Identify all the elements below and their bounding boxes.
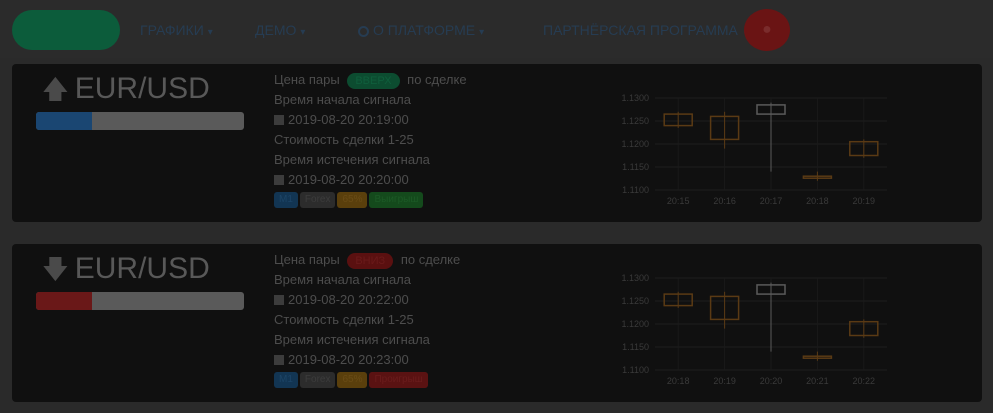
y-tick-label: 1.1100 — [622, 365, 649, 375]
direction-suffix: по сделке — [400, 252, 461, 267]
tag-timeframe: M1 — [274, 192, 298, 208]
top-navbar: ГРАФИКИ ▾ ДЕМО ▾ О ПЛАТФОРМЕ ▾ ПАРТНЁРСКАЯ … — [0, 0, 993, 58]
tag-result: Выигрыш — [369, 192, 424, 208]
nav-partners[interactable]: ПАРТНЁРСКАЯ ПРОГРАММА — [543, 20, 759, 40]
y-tick-label: 1.1100 — [622, 185, 649, 195]
signal-tags: M1 Forex 65% Проигрыш — [274, 372, 574, 390]
nav-demo[interactable]: ДЕМО ▾ — [255, 20, 305, 40]
tag-market: Forex — [299, 372, 336, 388]
close-time: 2019-08-20 20:23:00 — [288, 352, 409, 367]
pair-label: EUR/USD — [74, 252, 210, 285]
y-tick-label: 1.1250 — [621, 116, 649, 126]
arrow-up-icon: 🡅 — [42, 74, 69, 104]
x-tick-label: 20:21 — [806, 376, 829, 386]
y-tick-label: 1.1200 — [621, 139, 649, 149]
open-time-row: 2019-08-20 20:19:00 — [274, 110, 574, 130]
y-tick-label: 1.1200 — [621, 319, 649, 329]
user-icon: ● — [762, 21, 772, 38]
open-time: 2019-08-20 20:19:00 — [288, 112, 409, 127]
chevron-down-icon: ▾ — [300, 27, 306, 38]
pair-title: 🡅 EUR/USD — [42, 72, 210, 106]
x-tick-label: 20:18 — [667, 376, 690, 386]
tag-market: Forex — [299, 192, 336, 208]
x-tick-label: 20:19 — [853, 196, 876, 206]
y-tick-label: 1.1300 — [621, 93, 649, 103]
nav-charts[interactable]: ГРАФИКИ ▾ — [140, 20, 213, 40]
direction-prefix: Цена пары — [274, 252, 340, 267]
y-tick-label: 1.1300 — [621, 273, 649, 283]
open-time-label: Время начала сигнала — [274, 92, 412, 107]
signal-card-0: 🡅 EUR/USD Цена пары ВВЕРХ по сделке Время… — [12, 64, 982, 222]
y-tick-label: 1.1150 — [622, 342, 649, 352]
tag-timeframe: M1 — [274, 372, 298, 388]
y-tick-label: 1.1250 — [621, 296, 649, 306]
x-tick-label: 20:18 — [806, 196, 829, 206]
signal-progress-fill — [36, 112, 93, 130]
chart-svg: 1.1300 1.1250 1.1200 1.1150 1.1100 20:15 20:16… — [621, 93, 887, 206]
signal-progress-fill — [36, 292, 93, 310]
tag-result: Проигрыш — [369, 372, 428, 388]
close-time-row: 2019-08-20 20:20:00 — [274, 170, 574, 190]
calendar-icon — [274, 175, 284, 185]
signal-progress-bar — [36, 112, 244, 130]
x-tick-label: 20:19 — [713, 376, 736, 386]
candlestick-chart: 1.1300 1.1250 1.1200 1.1150 1.1100 20:15 20:16… — [597, 86, 897, 216]
nav-demo-label: ДЕМО — [255, 22, 297, 38]
signal-card-1: 🡇 EUR/USD Цена пары ВНИЗ по сделке Время … — [12, 244, 982, 402]
arrow-down-icon: 🡇 — [42, 254, 69, 284]
nav-partners-label: ПАРТНЁРСКАЯ ПРОГРАММА — [543, 22, 738, 38]
close-time-row: 2019-08-20 20:23:00 — [274, 350, 574, 370]
nav-about[interactable]: О ПЛАТФОРМЕ ▾ — [358, 20, 484, 40]
pair-label: EUR/USD — [74, 72, 210, 105]
nav-about-label: О ПЛАТФОРМЕ — [373, 22, 476, 38]
close-time-label: Время истечения сигнала — [274, 332, 430, 347]
calendar-icon — [274, 355, 284, 365]
signal-info: Цена пары ВНИЗ по сделке Время начала си… — [274, 250, 574, 390]
direction-badge: ВВЕРХ — [347, 73, 400, 89]
direction-row: Цена пары ВНИЗ по сделке — [274, 250, 574, 270]
signal-tags: M1 Forex 65% Выигрыш — [274, 192, 574, 210]
signal-info: Цена пары ВВЕРХ по сделке Время начала с… — [274, 70, 574, 210]
calendar-icon — [274, 295, 284, 305]
candlestick-chart: 1.1300 1.1250 1.1200 1.1150 1.1100 20:18 20:19… — [597, 266, 897, 396]
direction-row: Цена пары ВВЕРХ по сделке — [274, 70, 574, 90]
chart-svg: 1.1300 1.1250 1.1200 1.1150 1.1100 20:18 20:19… — [621, 273, 887, 386]
pair-title: 🡇 EUR/USD — [42, 252, 210, 286]
direction-suffix: по сделке — [407, 72, 467, 87]
chevron-down-icon: ▾ — [479, 27, 485, 38]
open-time-row: 2019-08-20 20:22:00 — [274, 290, 574, 310]
y-tick-label: 1.1150 — [622, 162, 649, 172]
open-time: 2019-08-20 20:22:00 — [288, 292, 409, 307]
expiry-label: Стоимость сделки 1-25 — [274, 132, 414, 147]
x-tick-label: 20:15 — [667, 196, 690, 206]
tag-payout: 65% — [337, 372, 368, 388]
direction-badge: ВНИЗ — [347, 253, 394, 269]
tag-payout: 65% — [337, 192, 368, 208]
chevron-down-icon: ▾ — [207, 27, 213, 38]
direction-prefix: Цена пары — [274, 72, 340, 87]
nav-charts-label: ГРАФИКИ — [140, 22, 204, 38]
close-time: 2019-08-20 20:20:00 — [288, 172, 409, 187]
user-icon-button[interactable]: ● — [744, 9, 790, 51]
x-tick-label: 20:17 — [760, 196, 783, 206]
x-tick-label: 20:16 — [713, 196, 736, 206]
primary-action-button[interactable] — [12, 10, 120, 50]
close-time-label: Время истечения сигнала — [274, 152, 430, 167]
expiry-label: Стоимость сделки 1-25 — [274, 312, 414, 327]
signal-progress-bar — [36, 292, 244, 310]
search-icon — [358, 26, 369, 37]
x-tick-label: 20:22 — [853, 376, 876, 386]
open-time-label: Время начала сигнала — [274, 272, 412, 287]
x-tick-label: 20:20 — [760, 376, 783, 386]
calendar-icon — [274, 115, 284, 125]
